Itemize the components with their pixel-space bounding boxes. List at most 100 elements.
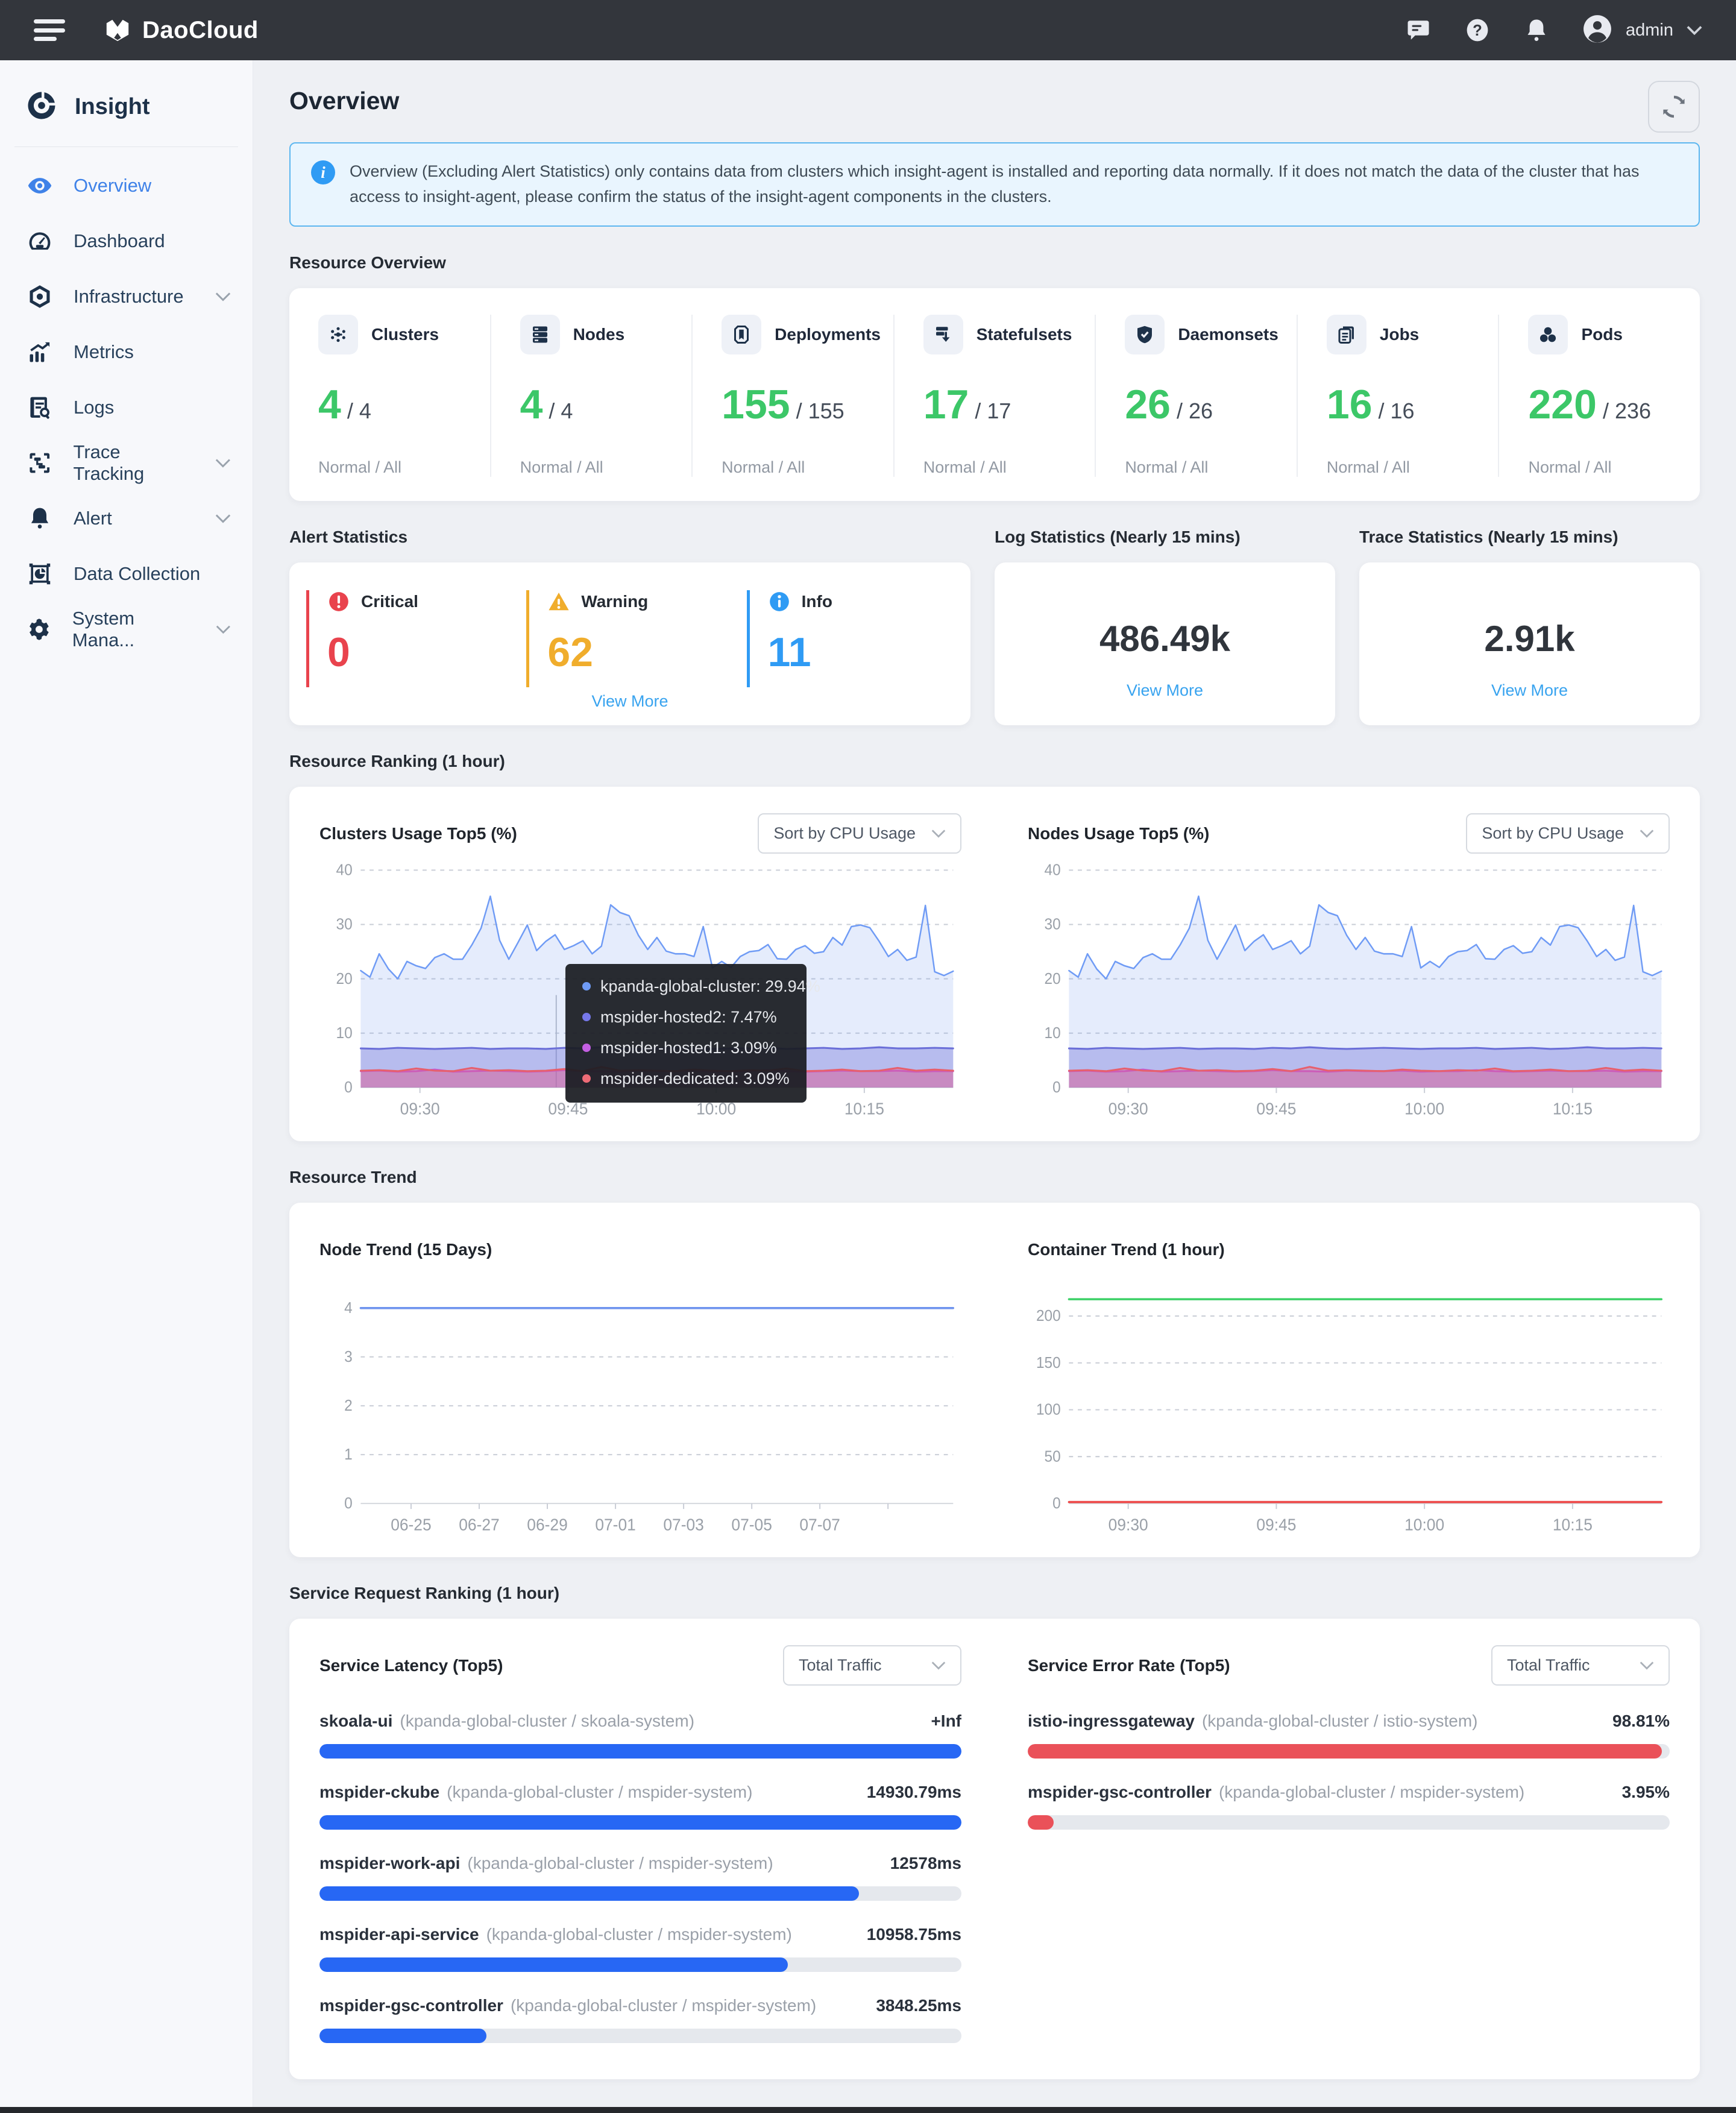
info-count: 11 xyxy=(768,629,954,676)
avatar xyxy=(1582,14,1612,47)
node-trend-chart: Node Trend (15 Days) 0123406-2506-2706-2… xyxy=(319,1228,961,1539)
section-trace-statistics: Trace Statistics (Nearly 15 mins) xyxy=(1359,527,1700,547)
user-menu[interactable]: admin xyxy=(1582,14,1702,47)
message-icon[interactable] xyxy=(1405,17,1432,43)
trace-count: 2.91k xyxy=(1484,618,1574,660)
latency-bar xyxy=(319,1815,961,1830)
container-trend-title: Container Trend (1 hour) xyxy=(1028,1240,1225,1259)
svg-text:10:15: 10:15 xyxy=(1553,1516,1593,1534)
latency-row: mspider-api-service(kpanda-global-cluste… xyxy=(319,1925,961,1972)
sidebar-item-infrastructure[interactable]: Infrastructure xyxy=(0,269,253,324)
log-statistics-section: Log Statistics (Nearly 15 mins) 486.49k … xyxy=(995,527,1335,725)
bell-icon[interactable] xyxy=(1523,17,1550,43)
latency-row: mspider-work-api(kpanda-global-cluster /… xyxy=(319,1854,961,1901)
sidebar-item-alert[interactable]: Alert xyxy=(0,491,253,546)
service-error-title: Service Error Rate (Top5) xyxy=(1028,1656,1230,1675)
window-bottom-edge xyxy=(0,2107,1736,2113)
sidebar-item-trace-tracking[interactable]: Trace Tracking xyxy=(0,435,253,491)
error-bar xyxy=(1028,1744,1670,1759)
svg-text:09:45: 09:45 xyxy=(1256,1516,1296,1534)
trace-view-more-link[interactable]: View More xyxy=(1491,681,1568,700)
menu-toggle-icon[interactable] xyxy=(34,19,65,41)
chevron-down-icon xyxy=(216,625,231,634)
sidebar-item-data-collection[interactable]: Data Collection xyxy=(0,546,253,602)
banner-text: Overview (Excluding Alert Statistics) on… xyxy=(350,159,1678,210)
section-resource-trend: Resource Trend xyxy=(289,1168,1700,1187)
help-icon[interactable]: ? xyxy=(1464,17,1491,43)
clusters-sort-select[interactable]: Sort by CPU Usage xyxy=(758,813,961,854)
svg-text:?: ? xyxy=(1473,22,1482,39)
trace-statistics-card: 2.91k View More xyxy=(1359,562,1700,725)
chevron-down-icon xyxy=(1640,829,1654,838)
page-title: Overview xyxy=(289,81,399,115)
container-trend-plot[interactable]: 05010015020009:3009:4510:0010:15 xyxy=(1028,1275,1670,1539)
chevron-down-icon xyxy=(215,514,231,523)
latency-traffic-select[interactable]: Total Traffic xyxy=(783,1645,961,1686)
resource-trend-card: Node Trend (15 Days) 0123406-2506-2706-2… xyxy=(289,1203,1700,1557)
resource-nodes: Nodes 4/ 4 Normal / All xyxy=(490,315,692,477)
nodes-usage-plot[interactable]: 01020304009:3009:4510:0010:15 xyxy=(1028,859,1670,1123)
svg-text:50: 50 xyxy=(1045,1448,1061,1466)
section-log-statistics: Log Statistics (Nearly 15 mins) xyxy=(995,527,1335,547)
resource-jobs: Jobs 16/ 16 Normal / All xyxy=(1297,315,1499,477)
brand[interactable]: DaoCloud xyxy=(104,15,259,46)
svg-text:10:15: 10:15 xyxy=(1553,1100,1593,1118)
nodes-sort-select[interactable]: Sort by CPU Usage xyxy=(1466,813,1670,854)
error-bar xyxy=(1028,1815,1670,1830)
svg-text:09:30: 09:30 xyxy=(1109,1516,1148,1534)
divider xyxy=(14,146,238,147)
sidebar-item-logs[interactable]: Logs xyxy=(0,380,253,435)
critical-icon xyxy=(327,590,350,613)
gear-icon xyxy=(27,616,52,643)
alert-view-more-link[interactable]: View More xyxy=(306,692,954,711)
critical-count: 0 xyxy=(327,629,513,676)
svg-text:3: 3 xyxy=(344,1348,353,1365)
sidebar-header: Insight xyxy=(0,81,253,146)
metrics-icon xyxy=(27,339,53,365)
brand-name: DaoCloud xyxy=(142,17,259,44)
sidebar-item-system-management[interactable]: System Mana... xyxy=(0,602,253,657)
svg-text:150: 150 xyxy=(1036,1354,1061,1371)
svg-text:09:45: 09:45 xyxy=(1256,1100,1296,1118)
alert-critical: Critical 0 xyxy=(306,590,513,687)
svg-text:100: 100 xyxy=(1036,1401,1061,1419)
error-traffic-select[interactable]: Total Traffic xyxy=(1491,1645,1670,1686)
svg-text:0: 0 xyxy=(1052,1494,1061,1512)
sidebar-item-dashboard[interactable]: Dashboard xyxy=(0,213,253,269)
log-statistics-card: 486.49k View More xyxy=(995,562,1335,725)
sidebar-title: Insight xyxy=(75,94,150,120)
warning-icon xyxy=(547,590,570,613)
svg-text:06-27: 06-27 xyxy=(459,1516,499,1534)
latency-row: mspider-ckube(kpanda-global-cluster / ms… xyxy=(319,1783,961,1830)
resource-ranking-card: Clusters Usage Top5 (%) Sort by CPU Usag… xyxy=(289,787,1700,1141)
svg-text:4: 4 xyxy=(344,1299,353,1317)
sidebar: Insight Overview Dashboard Infrastructur… xyxy=(0,60,253,2107)
refresh-button[interactable] xyxy=(1648,81,1700,133)
gauge-icon xyxy=(27,228,53,254)
daocloud-logo-icon xyxy=(104,15,131,46)
log-view-more-link[interactable]: View More xyxy=(1127,681,1203,700)
chevron-down-icon xyxy=(931,829,946,838)
sidebar-item-metrics[interactable]: Metrics xyxy=(0,324,253,380)
resource-statefulsets: Statefulsets 17/ 17 Normal / All xyxy=(893,315,1095,477)
refresh-icon xyxy=(1659,92,1688,121)
normal-count: 4 xyxy=(318,381,341,428)
service-ranking-card: Service Latency (Top5) Total Traffic sko… xyxy=(289,1619,1700,2079)
sidebar-item-overview[interactable]: Overview xyxy=(0,158,253,213)
info-badge-icon xyxy=(768,590,791,613)
alert-statistics-card: Critical 0 Warning 62 xyxy=(289,562,970,725)
error-row: mspider-gsc-controller(kpanda-global-clu… xyxy=(1028,1783,1670,1830)
svg-text:0: 0 xyxy=(344,1079,353,1096)
svg-text:06-29: 06-29 xyxy=(527,1516,567,1534)
service-latency-title: Service Latency (Top5) xyxy=(319,1656,503,1675)
latency-row: skoala-ui(kpanda-global-cluster / skoala… xyxy=(319,1711,961,1759)
daemonsets-icon xyxy=(1125,315,1165,354)
latency-row: mspider-gsc-controller(kpanda-global-clu… xyxy=(319,1996,961,2043)
info-banner: i Overview (Excluding Alert Statistics) … xyxy=(289,142,1700,227)
trace-statistics-section: Trace Statistics (Nearly 15 mins) 2.91k … xyxy=(1359,527,1700,725)
insight-logo-icon xyxy=(25,89,58,125)
node-trend-plot[interactable]: 0123406-2506-2706-2907-0107-0307-0507-07 xyxy=(319,1275,961,1539)
svg-text:0: 0 xyxy=(1052,1079,1061,1096)
chart-tooltip: kpanda-global-cluster: 29.94% mspider-ho… xyxy=(565,964,807,1103)
bell-icon xyxy=(27,505,53,532)
